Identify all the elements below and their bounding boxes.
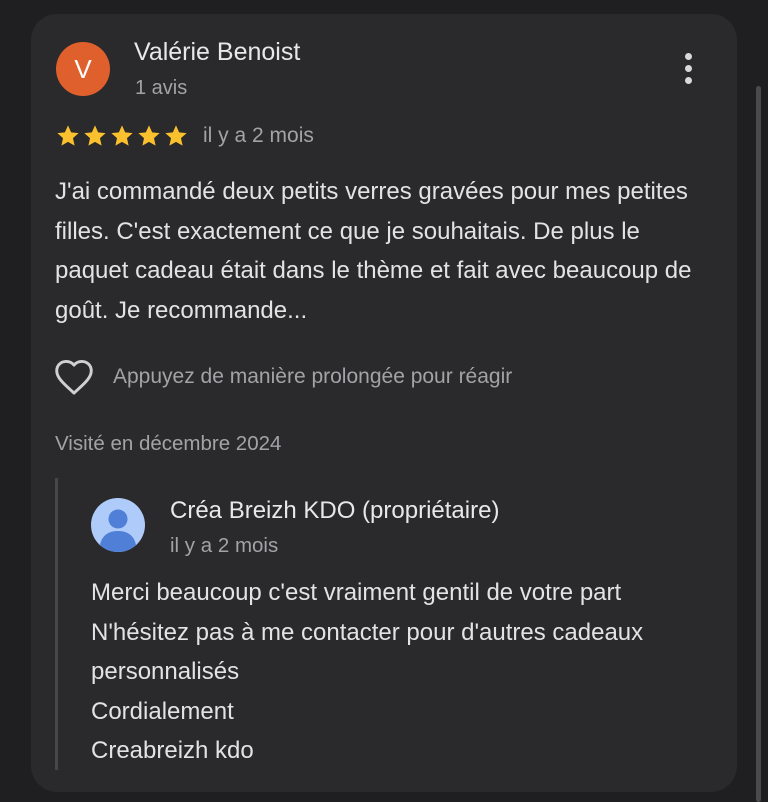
visit-info: Visité en décembre 2024 [55, 432, 282, 455]
star-icon [84, 125, 106, 146]
person-icon [100, 509, 136, 552]
review-date: il y a 2 mois [203, 124, 314, 147]
star-icon [57, 125, 79, 146]
more-options-button[interactable] [670, 46, 706, 90]
author-avatar[interactable]: V [56, 42, 110, 96]
scrollbar[interactable] [756, 86, 761, 802]
more-vert-icon-dot [684, 52, 692, 60]
more-vert-icon-dot [684, 64, 692, 72]
owner-avatar [91, 498, 145, 552]
author-review-count: 1 avis [135, 77, 188, 99]
star-rating [55, 123, 189, 149]
star-icon [165, 125, 187, 146]
owner-response-text: Merci beaucoup c'est vraiment gentil de … [91, 579, 644, 764]
owner-response-date: il y a 2 mois [170, 534, 279, 557]
owner-reply-divider [55, 478, 58, 770]
owner-name: Créa Breizh KDO (propriétaire) [170, 497, 500, 524]
more-vert-icon-dot [684, 76, 692, 84]
heart-outline-icon [55, 359, 93, 395]
author-name[interactable]: Valérie Benoist [134, 38, 300, 67]
star-icon [111, 125, 133, 146]
review-text[interactable]: J'ai commandé deux petits verres gravées… [55, 172, 715, 330]
rating-row: il y a 2 mois [55, 121, 314, 151]
star-icon [138, 125, 160, 146]
react-button[interactable]: Appuyez de manière prolongée pour réagir [53, 357, 512, 397]
react-label: Appuyez de manière prolongée pour réagir [113, 365, 513, 388]
